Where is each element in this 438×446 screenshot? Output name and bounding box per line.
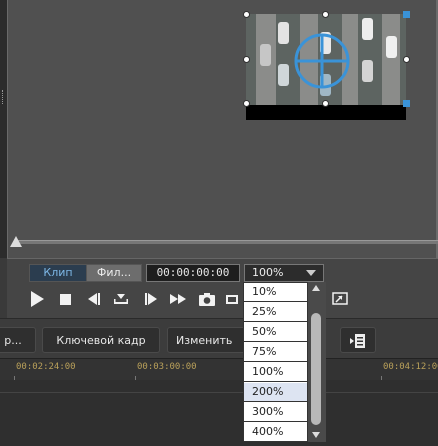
video-thumbnail[interactable] xyxy=(246,14,406,105)
scrubber-knob[interactable] xyxy=(10,236,22,247)
ruler-label: 00:03:00:00 xyxy=(137,362,197,372)
zoom-option-highlighted[interactable]: 200% xyxy=(244,383,307,402)
resize-handle-bottom-right[interactable] xyxy=(403,100,410,107)
resize-handle-top-right[interactable] xyxy=(403,11,410,18)
chevron-down-icon[interactable] xyxy=(306,270,316,276)
in-out-icon[interactable] xyxy=(112,290,130,308)
zoom-option[interactable]: 25% xyxy=(244,303,307,322)
scrollbar-thumb[interactable] xyxy=(311,313,321,425)
zoom-option[interactable]: 75% xyxy=(244,343,307,362)
resize-handle-left[interactable] xyxy=(243,56,250,63)
fullscreen-icon[interactable] xyxy=(331,290,349,308)
tab-file[interactable]: Фил... xyxy=(86,264,142,282)
resize-handle-right[interactable] xyxy=(403,56,410,63)
ruler-label: 00:02:24:00 xyxy=(16,362,76,372)
track-divider xyxy=(0,392,438,393)
preview-scrubber[interactable] xyxy=(14,240,438,244)
list-icon xyxy=(350,334,365,348)
tab-clip[interactable]: Клип xyxy=(29,264,87,282)
zoom-option[interactable]: 10% xyxy=(244,283,307,302)
next-frame-icon[interactable] xyxy=(142,290,160,308)
scroll-up-icon[interactable] xyxy=(312,285,320,291)
resize-handle-bottom[interactable] xyxy=(322,100,329,107)
split-button[interactable]: р... xyxy=(0,327,36,353)
center-target-icon[interactable] xyxy=(290,29,354,93)
zoom-option[interactable]: 50% xyxy=(244,323,307,342)
resize-handle-top[interactable] xyxy=(322,11,329,18)
zoom-option[interactable]: 400% xyxy=(244,423,307,442)
snapshot-icon[interactable] xyxy=(198,290,216,308)
timeline-tracks[interactable] xyxy=(0,380,438,446)
play-icon[interactable] xyxy=(28,290,46,308)
resize-handle-bottom-left[interactable] xyxy=(243,100,250,107)
left-panel-edge xyxy=(0,0,8,258)
prev-frame-icon[interactable] xyxy=(85,290,103,308)
display-mode-icon[interactable] xyxy=(226,290,244,308)
fast-forward-icon[interactable] xyxy=(169,290,187,308)
keyframe-button[interactable]: Ключевой кадр xyxy=(42,327,160,353)
zoom-option[interactable]: 100% xyxy=(244,363,307,382)
zoom-option[interactable]: 300% xyxy=(244,403,307,422)
stop-icon[interactable] xyxy=(57,290,75,308)
list-button[interactable] xyxy=(340,327,376,353)
scroll-down-icon[interactable] xyxy=(312,432,320,438)
ruler-label: 00:04:12:00 xyxy=(383,362,438,372)
zoom-dropdown-list: 10% 25% 50% 75% 100% 200% 300% 400% xyxy=(243,282,308,442)
resize-grip[interactable] xyxy=(2,90,5,104)
timecode-field[interactable]: 00:00:00:00 xyxy=(146,264,240,282)
change-button[interactable]: Изменить xyxy=(167,327,247,353)
zoom-select-value: 100% xyxy=(252,266,284,279)
resize-handle-top-left[interactable] xyxy=(243,11,250,18)
